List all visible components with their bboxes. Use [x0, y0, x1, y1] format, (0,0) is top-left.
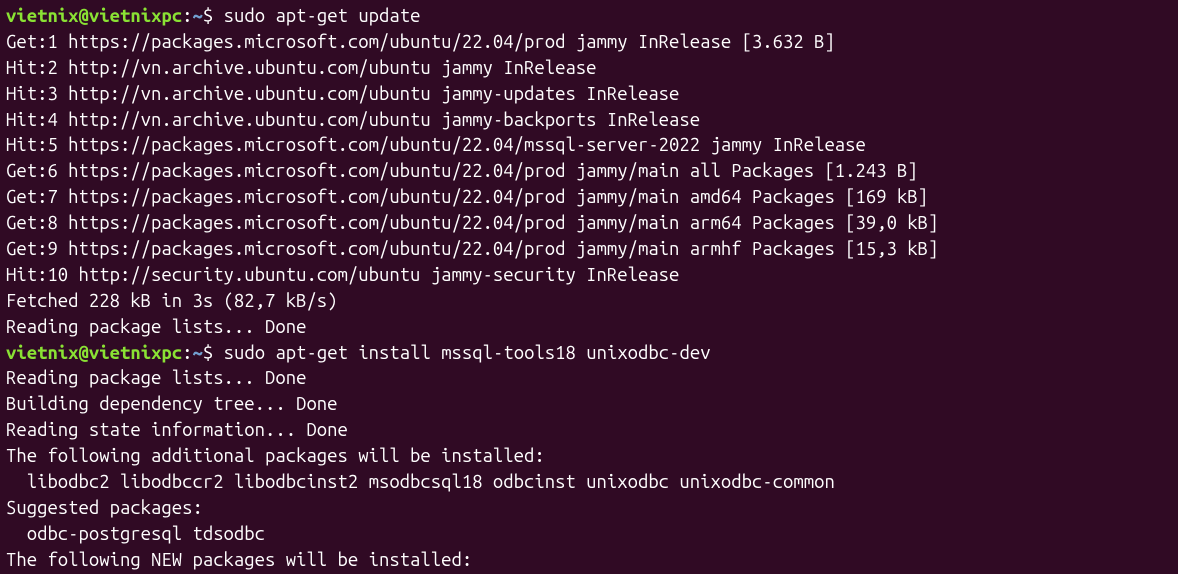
prompt-colon: : [182, 343, 192, 363]
prompt-at: @ [79, 343, 89, 363]
output-line: Fetched 228 kB in 3s (82,7 kB/s) [6, 289, 1172, 315]
output-line: Hit:3 http://vn.archive.ubuntu.com/ubunt… [6, 82, 1172, 108]
output-line: Hit:2 http://vn.archive.ubuntu.com/ubunt… [6, 56, 1172, 82]
prompt-colon: : [182, 6, 192, 26]
prompt-tilde: ~ [193, 6, 203, 26]
output-line: Reading package lists... Done [6, 366, 1172, 392]
output-line: odbc-postgresql tdsodbc [6, 522, 1172, 548]
command-text: sudo apt-get install mssql-tools18 unixo… [224, 343, 711, 363]
prompt-line-1[interactable]: vietnix@vietnixpc:~$ sudo apt-get update [6, 4, 1172, 30]
output-line: Hit:4 http://vn.archive.ubuntu.com/ubunt… [6, 108, 1172, 134]
prompt-host: vietnixpc [89, 6, 182, 26]
output-line: Reading package lists... Done [6, 315, 1172, 341]
output-line: Building dependency tree... Done [6, 392, 1172, 418]
prompt-user: vietnix [6, 343, 79, 363]
prompt-host: vietnixpc [89, 343, 182, 363]
prompt-dollar: $ [203, 6, 224, 26]
command-text: sudo apt-get update [224, 6, 421, 26]
output-line: Get:9 https://packages.microsoft.com/ubu… [6, 237, 1172, 263]
output-line: Hit:10 http://security.ubuntu.com/ubuntu… [6, 263, 1172, 289]
output-line: The following NEW packages will be insta… [6, 548, 1172, 574]
output-line: Get:6 https://packages.microsoft.com/ubu… [6, 159, 1172, 185]
output-line: The following additional packages will b… [6, 444, 1172, 470]
prompt-tilde: ~ [193, 343, 203, 363]
output-line: Get:7 https://packages.microsoft.com/ubu… [6, 185, 1172, 211]
output-line: Reading state information... Done [6, 418, 1172, 444]
output-line: Get:8 https://packages.microsoft.com/ubu… [6, 211, 1172, 237]
output-line: libodbc2 libodbccr2 libodbcinst2 msodbcs… [6, 470, 1172, 496]
prompt-dollar: $ [203, 343, 224, 363]
prompt-user: vietnix [6, 6, 79, 26]
output-line: Hit:5 https://packages.microsoft.com/ubu… [6, 133, 1172, 159]
output-line: Suggested packages: [6, 496, 1172, 522]
prompt-line-2[interactable]: vietnix@vietnixpc:~$ sudo apt-get instal… [6, 341, 1172, 367]
prompt-at: @ [79, 6, 89, 26]
output-line: Get:1 https://packages.microsoft.com/ubu… [6, 30, 1172, 56]
